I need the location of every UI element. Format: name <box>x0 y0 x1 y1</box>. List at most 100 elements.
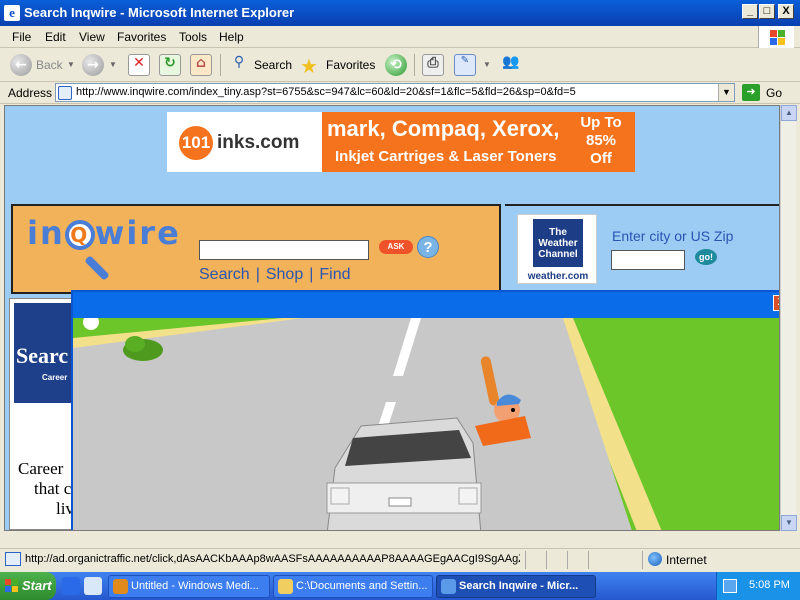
task-inqwire-ie[interactable]: Search Inqwire - Micr... <box>436 575 596 598</box>
weather-logo-line: Channel <box>538 249 578 260</box>
edit-dropdown-icon[interactable]: ▼ <box>483 60 491 69</box>
address-dropdown-icon[interactable]: ▼ <box>718 84 734 101</box>
favorites-button[interactable]: Favorites <box>326 58 375 72</box>
task-label: Untitled - Windows Medi... <box>131 580 259 592</box>
ad-offer-line: 85% <box>585 132 617 149</box>
ad-logo-number: 101 <box>179 126 213 160</box>
menu-help[interactable]: Help <box>219 30 244 44</box>
home-icon[interactable]: ⌂ <box>190 54 212 76</box>
weather-go-button[interactable]: go! <box>695 249 717 265</box>
popup-title-bar: X <box>73 292 779 318</box>
career-ad[interactable]: Searc Career Career that cl liv <box>9 298 75 530</box>
weather-logo-line: The <box>549 227 567 238</box>
network-icon[interactable] <box>723 579 737 593</box>
back-icon[interactable]: ← <box>10 54 32 76</box>
page-icon <box>5 552 21 566</box>
ad-brands: mark, Compaq, Xerox, <box>327 116 560 141</box>
magnifier-icon: Q <box>64 220 95 250</box>
address-input[interactable]: http://www.inqwire.com/index_tiny.asp?st… <box>55 83 735 102</box>
address-label: Address <box>8 86 53 100</box>
popup-close-icon[interactable]: X <box>773 295 779 311</box>
media-player-icon <box>113 579 128 594</box>
ie-icon: e <box>4 5 20 21</box>
go-arrow-icon[interactable]: ➜ <box>742 84 760 101</box>
menu-file[interactable]: File <box>12 30 31 44</box>
weather-zip-input[interactable] <box>611 250 685 270</box>
ad-subtitle: Inkjet Cartriges & Laser Toners <box>335 148 557 165</box>
toolbar: ← Back ▼ → ▼ ✕ ↻ ⌂ ⚲ Search ★ Favorites … <box>0 48 800 82</box>
weather-panel: The Weather Channel weather.com Enter ci… <box>505 204 779 294</box>
quicklaunch-desktop-icon[interactable] <box>84 577 102 595</box>
toolbar-separator <box>414 54 415 76</box>
career-ad-text: Career that cl liv <box>18 459 74 519</box>
task-windows-media[interactable]: Untitled - Windows Medi... <box>108 575 270 598</box>
messenger-icon[interactable]: 👥 <box>500 54 522 76</box>
status-divider <box>546 551 547 569</box>
vertical-scrollbar[interactable]: ▲ ▼ <box>780 105 797 531</box>
menu-bar: File Edit View Favorites Tools Help <box>0 26 800 48</box>
refresh-icon[interactable]: ↻ <box>159 54 181 76</box>
back-button[interactable]: Back <box>36 58 63 72</box>
inqwire-search-input[interactable] <box>199 240 369 260</box>
menu-tools[interactable]: Tools <box>179 30 207 44</box>
search-button[interactable]: Search <box>254 58 292 72</box>
inqwire-search-panel: in Qwire ASK ? Search | Shop | Find <box>11 204 501 294</box>
link-shop[interactable]: Shop <box>266 266 303 283</box>
favorites-star-icon[interactable]: ★ <box>298 54 320 78</box>
toolbar-separator <box>220 54 221 76</box>
start-label: Start <box>22 578 52 593</box>
address-bar: Address http://www.inqwire.com/index_tin… <box>0 82 800 104</box>
stop-icon[interactable]: ✕ <box>128 54 150 76</box>
career-ad-header: Searc Career <box>14 303 74 403</box>
link-search[interactable]: Search <box>199 266 250 283</box>
ad-domain: inks.com <box>217 132 300 153</box>
quicklaunch-ie-icon[interactable] <box>62 577 80 595</box>
ad-banner-101inks[interactable]: 101 inks.com mark, Compaq, Xerox, Inkjet… <box>167 112 635 172</box>
go-button[interactable]: Go <box>766 86 782 100</box>
menu-view[interactable]: View <box>79 30 105 44</box>
close-button[interactable]: X <box>778 4 794 19</box>
back-dropdown-icon[interactable]: ▼ <box>67 60 75 69</box>
driving-game-scene[interactable] <box>73 318 780 531</box>
maximize-button[interactable]: □ <box>759 4 775 19</box>
status-divider <box>525 551 526 569</box>
career-ad-title: Searc <box>16 343 69 368</box>
print-icon[interactable]: ⎙ <box>422 54 444 76</box>
forward-icon[interactable]: → <box>82 54 104 76</box>
forward-dropdown-icon[interactable]: ▼ <box>109 60 117 69</box>
minimize-button[interactable]: _ <box>742 4 758 19</box>
ask-button[interactable]: ASK <box>379 240 413 254</box>
scroll-up-icon[interactable]: ▲ <box>781 105 797 121</box>
windows-flag-icon <box>5 579 19 593</box>
inqwire-logo[interactable]: in Qwire <box>27 214 181 252</box>
weather-logo-domain: weather.com <box>527 271 589 282</box>
status-divider <box>588 551 589 569</box>
start-button[interactable]: Start <box>0 572 56 600</box>
menu-edit[interactable]: Edit <box>45 30 66 44</box>
game-popup-window[interactable]: X <box>71 290 780 531</box>
taskbar: Start Untitled - Windows Medi... C:\Docu… <box>0 572 800 600</box>
question-mark-icon[interactable]: ? <box>417 236 439 258</box>
inqwire-links: Search | Shop | Find <box>199 266 351 284</box>
history-icon[interactable]: ⟲ <box>385 54 407 76</box>
task-documents-folder[interactable]: C:\Documents and Settin... <box>273 575 433 598</box>
status-bar: http://ad.organictraffic.net/click,dAsAA… <box>0 548 800 570</box>
search-icon[interactable]: ⚲ <box>228 54 250 76</box>
link-separator: | <box>309 266 314 283</box>
edit-icon[interactable]: ✎ <box>454 54 476 76</box>
address-url[interactable]: http://www.inqwire.com/index_tiny.asp?st… <box>76 86 576 98</box>
status-text: http://ad.organictraffic.net/click,dAsAA… <box>25 553 520 565</box>
task-label: Search Inqwire - Micr... <box>459 580 579 592</box>
link-find[interactable]: Find <box>319 266 350 283</box>
system-tray: 5:08 PM <box>716 572 800 600</box>
ad-offer: Up To 85% Off <box>572 114 630 168</box>
title-bar: e Search Inqwire - Microsoft Internet Ex… <box>0 0 800 26</box>
bush <box>125 336 145 352</box>
logo-text-wire: wire <box>94 214 181 252</box>
weather-channel-logo[interactable]: The Weather Channel weather.com <box>517 214 597 284</box>
menu-favorites[interactable]: Favorites <box>117 30 166 44</box>
internet-zone-icon <box>648 552 662 566</box>
career-ad-line: liv <box>56 499 74 518</box>
status-divider <box>567 551 568 569</box>
scroll-down-icon[interactable]: ▼ <box>781 515 797 531</box>
